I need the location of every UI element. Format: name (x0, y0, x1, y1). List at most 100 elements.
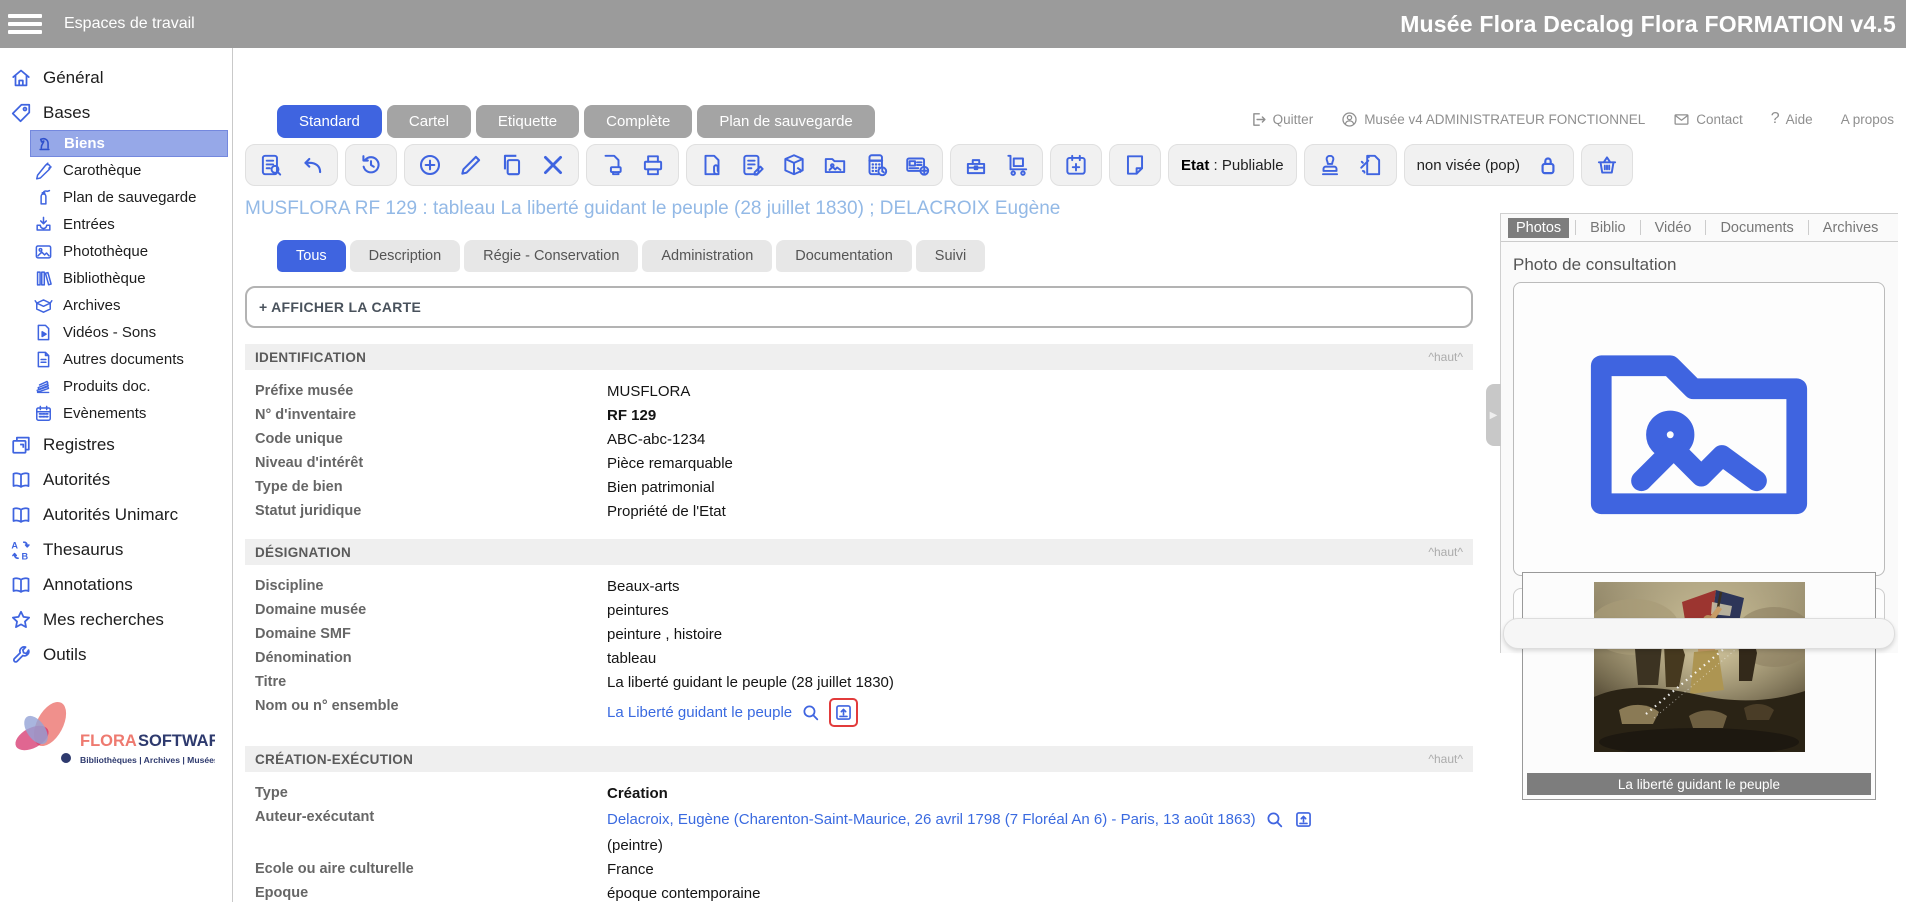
sidebar-item-produits-doc[interactable]: Produits doc. (30, 373, 232, 400)
open-window-icon[interactable] (1293, 809, 1314, 830)
toolbox-button[interactable] (963, 152, 989, 178)
sidebar-item-archives[interactable]: Archives (30, 292, 232, 319)
field-row: (peintre) (245, 833, 1473, 857)
quit-link[interactable]: Quitter (1250, 111, 1314, 128)
add-button[interactable] (417, 152, 443, 178)
sidebar-item-autorites[interactable]: Autorités (0, 462, 232, 497)
sidebar-item-bases[interactable]: Bases (0, 95, 232, 130)
workspace-link[interactable]: Espaces de travail (64, 15, 195, 33)
sidebar-item-mes-recherches[interactable]: Mes recherches (0, 602, 232, 637)
copy-button[interactable] (499, 152, 525, 178)
sidebar-item-bibliotheque[interactable]: Bibliothèque (30, 265, 232, 292)
sidebar-item-label: Thesaurus (43, 540, 123, 560)
image-folder-icon[interactable] (1522, 291, 1876, 567)
artwork-thumbnail[interactable] (1594, 582, 1805, 752)
sidebar-item-entrees[interactable]: Entrées (30, 211, 232, 238)
section-header-identification: IDENTIFICATION ^haut^ (245, 344, 1473, 370)
attach-document-button[interactable] (699, 152, 725, 178)
panel-collapse-handle[interactable]: ▶ (1486, 384, 1501, 446)
tab-regie-conservation[interactable]: Régie - Conservation (464, 240, 638, 272)
print-record-button[interactable] (599, 152, 625, 178)
printer-button[interactable] (640, 152, 666, 178)
tab-administration[interactable]: Administration (642, 240, 772, 272)
edit-list-button[interactable] (740, 152, 766, 178)
sidebar-item-biens[interactable]: Biens (30, 130, 228, 157)
svg-text:FLORA: FLORA (80, 732, 137, 750)
wrench-icon (10, 644, 32, 666)
sidebar-item-label: Carothèque (63, 162, 141, 179)
help-link[interactable]: ? Aide (1771, 110, 1813, 128)
stamp-button[interactable] (1317, 152, 1343, 178)
id-card-button[interactable] (904, 152, 930, 178)
sidebar-item-autres-documents[interactable]: Autres documents (30, 346, 232, 373)
sidebar-item-thesaurus[interactable]: AB Thesaurus (0, 532, 232, 567)
validate-document-button[interactable] (1358, 152, 1384, 178)
tab-plan-de-sauvegarde[interactable]: Plan de sauvegarde (697, 105, 874, 138)
note-button[interactable] (1122, 152, 1148, 178)
media-tab-biblio[interactable]: Biblio (1582, 218, 1633, 238)
sidebar-item-phototheque[interactable]: Photothèque (30, 238, 232, 265)
sidebar-item-plan-de-sauvegarde[interactable]: Plan de sauvegarde (30, 184, 232, 211)
tab-suivi[interactable]: Suivi (916, 240, 985, 272)
sidebar-item-label: Produits doc. (63, 378, 151, 395)
search-icon[interactable] (1264, 809, 1285, 830)
trolley-button[interactable] (1004, 152, 1030, 178)
media-tab-documents[interactable]: Documents (1712, 218, 1801, 238)
author-link[interactable]: Delacroix, Eugène (Charenton-Saint-Mauri… (607, 811, 1256, 828)
tab-complete[interactable]: Complète (584, 105, 692, 138)
back-to-top-link[interactable]: ^haut^ (1428, 752, 1463, 766)
fire-extinguisher-icon (34, 188, 53, 207)
contact-link[interactable]: Contact (1673, 111, 1743, 128)
tab-standard[interactable]: Standard (277, 105, 382, 138)
ensemble-link[interactable]: La Liberté guidant le peuple (607, 704, 792, 721)
media-tab-archives[interactable]: Archives (1815, 218, 1887, 238)
sidebar-item-annotations[interactable]: Annotations (0, 567, 232, 602)
media-tab-photos[interactable]: Photos (1508, 218, 1569, 238)
field-row: N° d'inventaire RF 129 (245, 403, 1473, 427)
user-account[interactable]: Musée v4 ADMINISTRATEUR FONCTIONNEL (1341, 111, 1645, 128)
history-button[interactable] (358, 152, 384, 178)
sidebar-item-carotheque[interactable]: Carothèque (30, 157, 232, 184)
image-folder-button[interactable] (822, 152, 848, 178)
sidebar-item-evenements[interactable]: Evènements (30, 400, 232, 427)
record-sections: IDENTIFICATION ^haut^ Préfixe musée MUSF… (245, 344, 1473, 902)
lock-icon[interactable] (1535, 152, 1561, 178)
list-search-button[interactable] (258, 152, 284, 178)
sidebar-item-label: Autres documents (63, 351, 184, 368)
about-link[interactable]: A propos (1841, 112, 1894, 127)
basket-button[interactable] (1594, 152, 1620, 178)
show-map-toggle[interactable]: + AFFICHER LA CARTE (245, 286, 1473, 328)
tab-etiquette[interactable]: Etiquette (476, 105, 579, 138)
sidebar-item-videos-sons[interactable]: Vidéos - Sons (30, 319, 232, 346)
sidebar-item-label: Photothèque (63, 243, 148, 260)
sidebar-item-general[interactable]: Général (0, 60, 232, 95)
open-record-highlighted[interactable] (829, 698, 858, 727)
field-row: Epoque époque contemporaine (245, 881, 1473, 902)
tab-tous[interactable]: Tous (277, 240, 346, 272)
calendar-add-button[interactable] (1063, 152, 1089, 178)
delete-button[interactable] (540, 152, 566, 178)
sidebar-item-outils[interactable]: Outils (0, 637, 232, 672)
sidebar: Général Bases Biens Carothèque Plan de s… (0, 48, 233, 902)
tab-cartel[interactable]: Cartel (387, 105, 471, 138)
sidebar-item-autorites-unimarc[interactable]: Autorités Unimarc (0, 497, 232, 532)
export-box-button[interactable] (781, 152, 807, 178)
tab-description[interactable]: Description (350, 240, 461, 272)
calculator-button[interactable] (863, 152, 889, 178)
sidebar-item-registres[interactable]: Registres (0, 427, 232, 462)
photo-box: La liberté guidant le peuple (1513, 282, 1885, 576)
user-icon (1341, 111, 1358, 128)
back-to-top-link[interactable]: ^haut^ (1428, 545, 1463, 559)
app-title: Musée Flora Decalog Flora FORMATION v4.5 (1400, 11, 1896, 38)
edit-button[interactable] (458, 152, 484, 178)
undo-button[interactable] (299, 152, 325, 178)
inbox-download-icon (34, 215, 53, 234)
paper-stack-icon (34, 377, 53, 396)
home-icon (10, 67, 32, 89)
hamburger-menu-icon[interactable] (8, 10, 42, 38)
media-tab-video[interactable]: Vidéo (1647, 218, 1700, 238)
back-to-top-link[interactable]: ^haut^ (1428, 350, 1463, 364)
search-icon[interactable] (800, 702, 821, 723)
tab-documentation[interactable]: Documentation (776, 240, 912, 272)
collapsed-panel-bar[interactable] (1503, 618, 1895, 649)
